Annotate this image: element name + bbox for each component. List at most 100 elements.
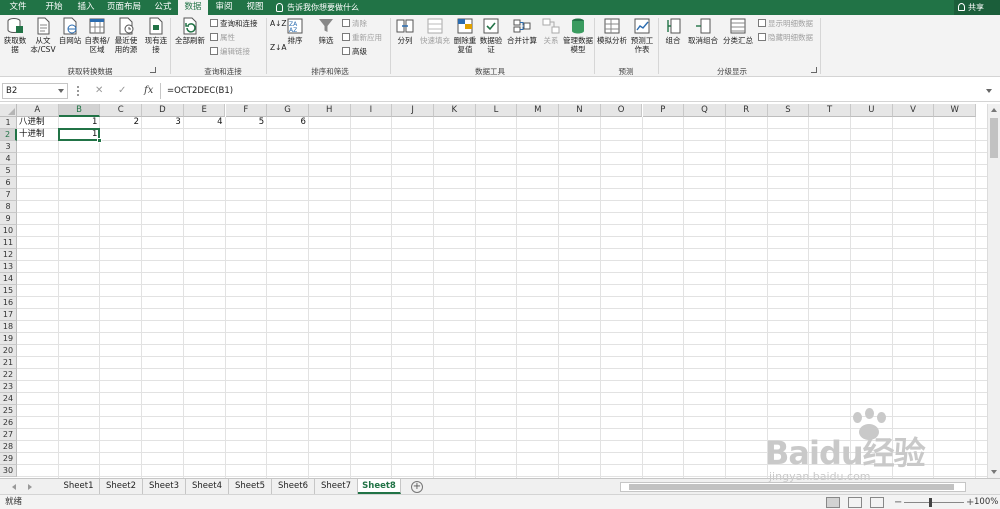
scroll-down-icon[interactable] [991, 470, 997, 474]
sheet-tab-sheet6[interactable]: Sheet6 [272, 479, 315, 494]
sheet-tab-sheet7[interactable]: Sheet7 [315, 479, 358, 494]
row-header-5[interactable]: 5 [0, 165, 17, 177]
row-header-3[interactable]: 3 [0, 141, 17, 153]
clear-filter-button[interactable]: 清除 [342, 19, 367, 29]
row-header-8[interactable]: 8 [0, 201, 17, 213]
tab-page-layout[interactable]: 页面布局 [100, 0, 148, 15]
row-header-13[interactable]: 13 [0, 261, 17, 273]
hide-detail-button[interactable]: 隐藏明细数据 [758, 33, 813, 43]
row-header-4[interactable]: 4 [0, 153, 17, 165]
subtotal-button[interactable]: 分类汇总 [722, 17, 754, 45]
scroll-up-icon[interactable] [991, 108, 997, 112]
cancel-icon[interactable]: ✕ [95, 83, 103, 99]
cell-f1[interactable]: 5 [226, 117, 267, 128]
sheet-tab-sheet1[interactable]: Sheet1 [58, 479, 100, 494]
dialog-launcher-icon[interactable] [150, 67, 156, 73]
column-header-f[interactable]: F [225, 104, 268, 117]
formula-input[interactable]: =OCT2DEC(B1) [160, 83, 996, 99]
queries-connections-button[interactable]: 查询和连接 [210, 19, 258, 29]
column-header-m[interactable]: M [517, 104, 560, 117]
column-header-s[interactable]: S [767, 104, 810, 117]
row-header-20[interactable]: 20 [0, 345, 17, 357]
zoom-slider[interactable] [904, 502, 964, 503]
remove-duplicates-button[interactable]: 删除重复值 [453, 17, 477, 54]
tab-formulas[interactable]: 公式 [148, 0, 178, 15]
chevron-down-icon[interactable] [58, 89, 64, 93]
row-header-6[interactable]: 6 [0, 177, 17, 189]
column-header-r[interactable]: R [725, 104, 768, 117]
sheet-tab-sheet2[interactable]: Sheet2 [100, 479, 143, 494]
scroll-thumb[interactable] [629, 484, 954, 490]
sheet-tab-sheet4[interactable]: Sheet4 [186, 479, 229, 494]
row-header-28[interactable]: 28 [0, 441, 17, 453]
row-header-16[interactable]: 16 [0, 297, 17, 309]
column-header-b[interactable]: B [58, 104, 101, 117]
cell-e1[interactable]: 4 [184, 117, 225, 128]
column-header-n[interactable]: N [559, 104, 601, 117]
ungroup-button[interactable]: 取消组合 [686, 17, 720, 45]
row-header-30[interactable]: 30 [0, 465, 17, 477]
sheet-tab-sheet3[interactable]: Sheet3 [143, 479, 186, 494]
column-header-h[interactable]: H [308, 104, 351, 117]
show-detail-button[interactable]: 显示明细数据 [758, 19, 813, 29]
refresh-all-button[interactable]: 全部刷新 [174, 17, 206, 45]
row-header-25[interactable]: 25 [0, 405, 17, 417]
flash-fill-button[interactable]: 快速填充 [418, 17, 452, 45]
column-header-l[interactable]: L [475, 104, 518, 117]
row-header-10[interactable]: 10 [0, 225, 17, 237]
row-header-12[interactable]: 12 [0, 249, 17, 261]
cell-a2[interactable]: 十进制 [17, 129, 58, 140]
row-header-23[interactable]: 23 [0, 381, 17, 393]
zoom-out-icon[interactable]: − [894, 495, 902, 509]
row-header-21[interactable]: 21 [0, 357, 17, 369]
tab-insert[interactable]: 插入 [72, 0, 100, 15]
from-web-button[interactable]: 自网站 [58, 17, 82, 45]
row-header-27[interactable]: 27 [0, 429, 17, 441]
row-header-18[interactable]: 18 [0, 321, 17, 333]
from-text-csv-button[interactable]: 从文本/CSV [29, 17, 57, 54]
column-header-w[interactable]: W [934, 104, 977, 117]
recent-sources-button[interactable]: 最近使用的源 [112, 17, 140, 54]
row-header-24[interactable]: 24 [0, 393, 17, 405]
page-layout-view-icon[interactable] [848, 497, 862, 508]
insert-function-icon[interactable]: fx [144, 83, 153, 99]
reapply-button[interactable]: 重新应用 [342, 33, 382, 43]
row-header-1[interactable]: 1 [0, 117, 17, 129]
row-header-7[interactable]: 7 [0, 189, 17, 201]
row-header-29[interactable]: 29 [0, 453, 17, 465]
column-header-d[interactable]: D [142, 104, 184, 117]
select-all-corner[interactable] [0, 104, 17, 117]
vertical-scrollbar[interactable] [987, 104, 1000, 478]
column-header-a[interactable]: A [17, 104, 59, 117]
zoom-slider-thumb[interactable] [929, 498, 932, 507]
tab-home[interactable]: 开始 [36, 0, 72, 15]
tab-review[interactable]: 审阅 [208, 0, 240, 15]
add-sheet-button[interactable]: + [411, 481, 423, 493]
horizontal-scrollbar[interactable] [620, 482, 966, 492]
column-header-u[interactable]: U [851, 104, 893, 117]
cell-g1[interactable]: 6 [267, 117, 308, 128]
zoom-level[interactable]: 100% [974, 495, 998, 509]
prev-sheet-icon[interactable] [12, 484, 16, 490]
column-header-j[interactable]: J [392, 104, 434, 117]
column-header-k[interactable]: K [434, 104, 476, 117]
what-if-analysis-button[interactable]: 模拟分析 [596, 17, 628, 45]
row-header-19[interactable]: 19 [0, 333, 17, 345]
normal-view-icon[interactable] [826, 497, 840, 508]
worksheet-grid[interactable]: ABCDEFGHIJKLMNOPQRSTUVW 1 2 3 4 5 6 7 8 9 10 11 12 1… [0, 104, 987, 478]
consolidate-button[interactable]: 合并计算 [505, 17, 539, 45]
advanced-filter-button[interactable]: 高级 [342, 47, 367, 57]
dialog-launcher-icon[interactable] [811, 67, 817, 73]
forecast-sheet-button[interactable]: 预测工作表 [630, 17, 654, 54]
column-header-o[interactable]: O [600, 104, 643, 117]
tab-data[interactable]: 数据 [178, 0, 208, 15]
column-header-c[interactable]: C [100, 104, 143, 117]
cell-d1[interactable]: 3 [142, 117, 183, 128]
name-box[interactable]: B2 [2, 83, 68, 99]
properties-button[interactable]: 属性 [210, 33, 235, 43]
sheet-tab-sheet5[interactable]: Sheet5 [229, 479, 272, 494]
column-header-q[interactable]: Q [684, 104, 726, 117]
next-sheet-icon[interactable] [28, 484, 32, 490]
cell-c1[interactable]: 2 [100, 117, 141, 128]
group-button[interactable]: 组合 [662, 17, 684, 45]
